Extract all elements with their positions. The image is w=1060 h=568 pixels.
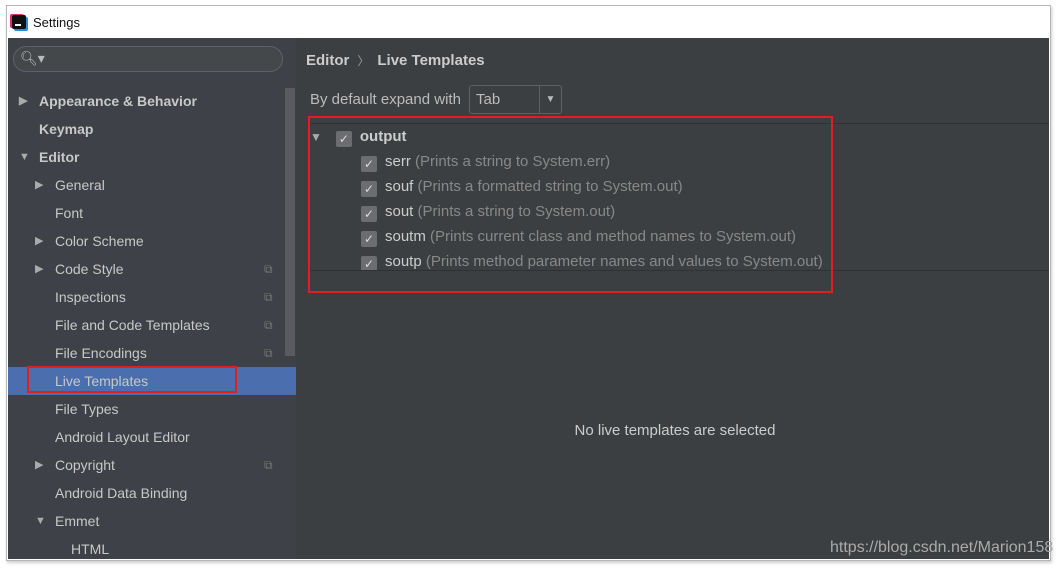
- sidebar-item-code-style[interactable]: ▶ Code Style ⧉: [8, 255, 296, 283]
- sidebar-item-label: File Encodings: [55, 345, 147, 361]
- sidebar-item-appearance-behavior[interactable]: ▶ Appearance & Behavior: [8, 87, 296, 115]
- sidebar-item-label: Editor: [39, 149, 80, 165]
- sidebar-item-label: Code Style: [55, 261, 124, 277]
- expand-right-icon[interactable]: ▶: [35, 171, 43, 199]
- sidebar-item-copyright[interactable]: ▶ Copyright ⧉: [8, 451, 296, 479]
- expand-with-label: By default expand with: [310, 91, 461, 108]
- breadcrumb: Editor 〉 Live Templates: [306, 52, 485, 69]
- intellij-app-icon: [12, 15, 26, 29]
- project-scope-icon: ⧉: [264, 318, 273, 332]
- sidebar-item-label: Appearance & Behavior: [39, 93, 197, 109]
- expand-down-icon[interactable]: ▼: [35, 507, 46, 535]
- expand-down-icon[interactable]: ▼: [19, 143, 30, 171]
- sidebar-item-file-types[interactable]: File Types: [8, 395, 296, 423]
- sidebar-item-label: Copyright: [55, 457, 115, 473]
- settings-search-input[interactable]: 🔍︎▾: [13, 46, 283, 72]
- sidebar-item-label: Font: [55, 205, 84, 221]
- sidebar-item-label: File Types: [55, 401, 119, 417]
- sidebar-item-inspections[interactable]: Inspections ⧉: [8, 283, 296, 311]
- project-scope-icon: ⧉: [264, 262, 273, 276]
- expand-right-icon[interactable]: ▶: [35, 227, 43, 255]
- sidebar-item-label: HTML: [71, 541, 110, 557]
- sidebar-item-color-scheme[interactable]: ▶ Color Scheme: [8, 227, 296, 255]
- sidebar-item-label: Keymap: [39, 121, 94, 137]
- sidebar-item-emmet[interactable]: ▼ Emmet: [8, 507, 296, 535]
- sidebar-item-label: Android Data Binding: [55, 485, 188, 501]
- project-scope-icon: ⧉: [264, 290, 273, 304]
- sidebar-scrollbar[interactable]: [285, 88, 295, 356]
- sidebar-item-label: Android Layout Editor: [55, 429, 190, 445]
- sidebar-item-general[interactable]: ▶ General: [8, 171, 296, 199]
- sidebar-item-html[interactable]: HTML: [8, 535, 296, 559]
- highlight-box-templates: [308, 116, 833, 293]
- highlight-box-sidebar: [27, 366, 237, 393]
- title-bar: Settings: [7, 6, 1050, 38]
- project-scope-icon: ⧉: [264, 458, 273, 472]
- sidebar-item-editor[interactable]: ▼ Editor: [8, 143, 296, 171]
- sidebar-item-android-layout-editor[interactable]: Android Layout Editor: [8, 423, 296, 451]
- project-scope-icon: ⧉: [264, 346, 273, 360]
- sidebar-item-font[interactable]: Font: [8, 199, 296, 227]
- expand-right-icon[interactable]: ▶: [35, 451, 43, 479]
- search-icon: 🔍︎▾: [20, 51, 45, 67]
- sidebar-item-android-data-binding[interactable]: Android Data Binding: [8, 479, 296, 507]
- sidebar-item-file-and-code-templates[interactable]: File and Code Templates ⧉: [8, 311, 296, 339]
- breadcrumb-editor[interactable]: Editor: [306, 52, 349, 69]
- sidebar-item-keymap[interactable]: Keymap: [8, 115, 296, 143]
- watermark: https://blog.csdn.net/Marion158: [830, 539, 1054, 556]
- sidebar-item-label: General: [55, 177, 105, 193]
- empty-message: No live templates are selected: [574, 422, 776, 439]
- breadcrumb-separator: 〉: [357, 54, 370, 68]
- chevron-down-icon[interactable]: ▼: [539, 86, 561, 113]
- window-title: Settings: [33, 14, 80, 30]
- sidebar-item-label: File and Code Templates: [55, 317, 210, 333]
- expand-right-icon[interactable]: ▶: [19, 87, 27, 115]
- breadcrumb-current: Live Templates: [377, 52, 485, 69]
- expand-with-select[interactable]: Tab ▼: [469, 85, 562, 114]
- expand-right-icon[interactable]: ▶: [35, 255, 43, 283]
- sidebar-item-label: Color Scheme: [55, 233, 144, 249]
- expand-with-value: Tab: [476, 91, 501, 108]
- sidebar-item-label: Emmet: [55, 513, 100, 529]
- sidebar-item-file-encodings[interactable]: File Encodings ⧉: [8, 339, 296, 367]
- settings-sidebar: 🔍︎▾ ▶ Appearance & Behavior Keymap ▼ Editor ▶…: [8, 38, 296, 559]
- sidebar-item-label: Inspections: [55, 289, 126, 305]
